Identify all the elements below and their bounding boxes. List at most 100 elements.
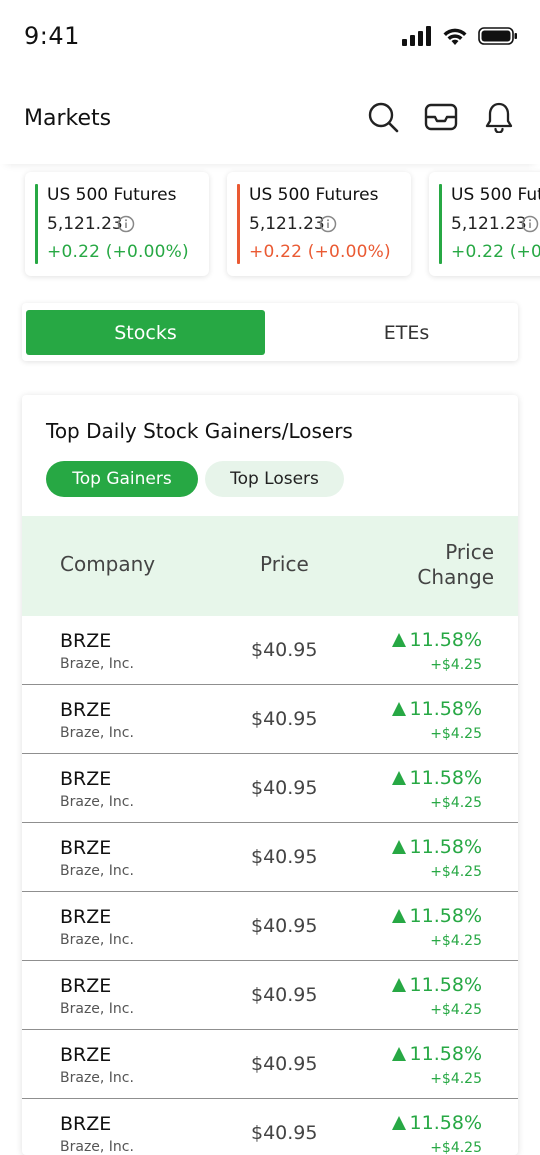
- table-row[interactable]: BRZE Braze, Inc. $40.95 11.58% +$4.25: [22, 1030, 518, 1099]
- percent-change: 11.58%: [391, 1043, 482, 1065]
- info-icon[interactable]: [117, 215, 135, 237]
- table-row[interactable]: BRZE Braze, Inc. $40.95 11.58% +$4.25: [22, 961, 518, 1030]
- app-header: Markets: [0, 78, 540, 164]
- futures-carousel[interactable]: US 500 Futures 5,121.23 +0.22 (+0.00%) U…: [0, 164, 540, 288]
- table-row[interactable]: BRZE Braze, Inc. $40.95 11.58% +$4.25: [22, 823, 518, 892]
- percent-change: 11.58%: [391, 1112, 482, 1134]
- percent-change: 11.58%: [391, 836, 482, 858]
- absolute-change: +$4.25: [430, 726, 482, 742]
- percent-change-value: 11.58%: [409, 1112, 482, 1134]
- table-row[interactable]: BRZE Braze, Inc. $40.95 11.58% +$4.25: [22, 616, 518, 685]
- column-header-change[interactable]: Price Change: [374, 540, 494, 590]
- future-change: +0.22 (+0.00%): [47, 242, 189, 262]
- absolute-change: +$4.25: [430, 1002, 482, 1018]
- card-title: Top Daily Stock Gainers/Losers: [46, 419, 353, 443]
- inbox-icon: [424, 102, 458, 136]
- absolute-change: +$4.25: [430, 1140, 482, 1155]
- info-icon[interactable]: [319, 215, 337, 237]
- up-arrow-icon: [391, 702, 406, 716]
- bell-icon: [484, 101, 514, 137]
- absolute-change: +$4.25: [430, 1071, 482, 1087]
- company-name: Braze, Inc.: [60, 863, 134, 879]
- stock-price: $40.95: [251, 639, 318, 661]
- search-button[interactable]: [366, 102, 400, 136]
- absolute-change: +$4.25: [430, 657, 482, 673]
- stock-ticker: BRZE: [60, 1044, 112, 1066]
- stock-price: $40.95: [251, 1053, 318, 1075]
- stock-ticker: BRZE: [60, 837, 112, 859]
- table-header: Company Price Price Change: [22, 516, 518, 616]
- stock-ticker: BRZE: [60, 1113, 112, 1135]
- future-change: +0.22 (+0.00%): [249, 242, 391, 262]
- percent-change: 11.58%: [391, 629, 482, 651]
- table-row[interactable]: BRZE Braze, Inc. $40.95 11.58% +$4.25: [22, 754, 518, 823]
- filter-top-gainers[interactable]: Top Gainers: [46, 461, 198, 497]
- table-row[interactable]: BRZE Braze, Inc. $40.95 11.58% +$4.25: [22, 1099, 518, 1155]
- tab-etes[interactable]: ETEs: [287, 310, 526, 355]
- inbox-button[interactable]: [424, 102, 458, 136]
- company-name: Braze, Inc.: [60, 1070, 134, 1086]
- percent-change: 11.58%: [391, 767, 482, 789]
- wifi-icon: [442, 26, 468, 50]
- future-card[interactable]: US 500 Futures 5,121.23 +0.22 (+0.00%): [429, 172, 540, 276]
- future-change: +0.22 (+0.00%): [451, 242, 540, 262]
- trend-bar: [237, 184, 240, 264]
- future-price: 5,121.23: [249, 214, 325, 234]
- company-name: Braze, Inc.: [60, 1001, 134, 1017]
- stock-ticker: BRZE: [60, 768, 112, 790]
- status-icons: [402, 26, 518, 50]
- up-arrow-icon: [391, 1047, 406, 1061]
- future-name: US 500 Futures: [249, 185, 379, 205]
- company-name: Braze, Inc.: [60, 1139, 134, 1155]
- percent-change: 11.58%: [391, 905, 482, 927]
- status-bar: 9:41: [0, 0, 540, 78]
- up-arrow-icon: [391, 633, 406, 647]
- up-arrow-icon: [391, 771, 406, 785]
- company-name: Braze, Inc.: [60, 794, 134, 810]
- future-name: US 500 Futures: [47, 185, 177, 205]
- percent-change-value: 11.58%: [409, 974, 482, 996]
- percent-change-value: 11.58%: [409, 905, 482, 927]
- search-icon: [367, 101, 399, 137]
- percent-change: 11.58%: [391, 698, 482, 720]
- column-header-company[interactable]: Company: [60, 552, 155, 576]
- tab-stocks[interactable]: Stocks: [26, 310, 265, 355]
- up-arrow-icon: [391, 909, 406, 923]
- up-arrow-icon: [391, 840, 406, 854]
- future-card[interactable]: US 500 Futures 5,121.23 +0.22 (+0.00%): [25, 172, 209, 276]
- asset-type-segment: Stocks ETEs: [22, 303, 518, 361]
- signal-icon: [402, 26, 432, 50]
- future-name: US 500 Futures: [451, 185, 540, 205]
- stock-price: $40.95: [251, 984, 318, 1006]
- future-price: 5,121.23: [451, 214, 527, 234]
- filter-top-losers[interactable]: Top Losers: [205, 461, 344, 497]
- stock-ticker: BRZE: [60, 906, 112, 928]
- absolute-change: +$4.25: [430, 795, 482, 811]
- percent-change-value: 11.58%: [409, 698, 482, 720]
- company-name: Braze, Inc.: [60, 725, 134, 741]
- gainers-losers-card: Top Daily Stock Gainers/Losers Top Gaine…: [22, 395, 518, 1155]
- table-row[interactable]: BRZE Braze, Inc. $40.95 11.58% +$4.25: [22, 892, 518, 961]
- battery-icon: [478, 26, 518, 50]
- stock-ticker: BRZE: [60, 975, 112, 997]
- up-arrow-icon: [391, 978, 406, 992]
- stock-ticker: BRZE: [60, 699, 112, 721]
- company-name: Braze, Inc.: [60, 932, 134, 948]
- percent-change-value: 11.58%: [409, 767, 482, 789]
- stock-price: $40.95: [251, 708, 318, 730]
- absolute-change: +$4.25: [430, 864, 482, 880]
- trend-bar: [439, 184, 442, 264]
- page-title: Markets: [24, 106, 112, 131]
- future-card[interactable]: US 500 Futures 5,121.23 +0.22 (+0.00%): [227, 172, 411, 276]
- info-icon[interactable]: [521, 215, 539, 237]
- stock-price: $40.95: [251, 777, 318, 799]
- stock-ticker: BRZE: [60, 630, 112, 652]
- notifications-button[interactable]: [482, 102, 516, 136]
- percent-change-value: 11.58%: [409, 629, 482, 651]
- percent-change: 11.58%: [391, 974, 482, 996]
- trend-bar: [35, 184, 38, 264]
- table-row[interactable]: BRZE Braze, Inc. $40.95 11.58% +$4.25: [22, 685, 518, 754]
- stock-price: $40.95: [251, 915, 318, 937]
- column-header-price[interactable]: Price: [260, 552, 309, 576]
- stock-price: $40.95: [251, 1122, 318, 1144]
